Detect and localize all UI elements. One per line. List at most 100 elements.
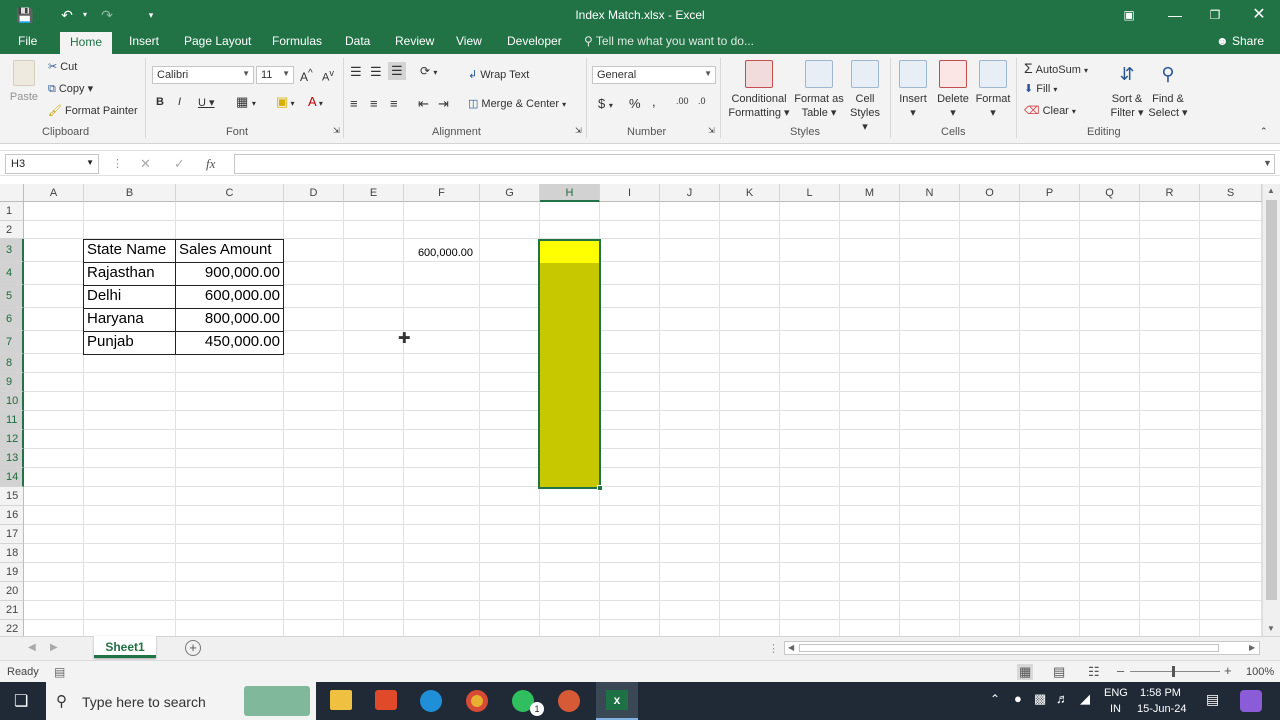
chrome-profile-icon[interactable]: [558, 690, 580, 712]
scroll-up-icon[interactable]: ▲: [1267, 186, 1275, 195]
next-sheet-icon[interactable]: ▶: [50, 642, 58, 653]
row-header-1[interactable]: 1: [0, 202, 24, 221]
column-header-q[interactable]: Q: [1080, 184, 1140, 202]
row-header-15[interactable]: 15: [0, 487, 24, 506]
column-header-j[interactable]: J: [660, 184, 720, 202]
row-header-4[interactable]: 4: [0, 262, 24, 285]
volume-icon[interactable]: ♬: [1056, 691, 1069, 706]
italic-button[interactable]: I: [178, 96, 181, 108]
wrap-text-button[interactable]: ↲ Wrap Text: [468, 68, 529, 81]
zoom-out-icon[interactable]: –: [1117, 663, 1124, 678]
number-format-select[interactable]: General ▼: [592, 66, 716, 84]
tab-page-layout[interactable]: Page Layout: [184, 34, 251, 48]
column-header-k[interactable]: K: [720, 184, 780, 202]
wifi-icon[interactable]: ◢: [1080, 691, 1090, 707]
collapse-ribbon-icon[interactable]: ⌃: [1260, 126, 1268, 137]
table-cell[interactable]: Haryana: [83, 308, 176, 332]
format-as-table-button[interactable]: Format as Table ▾: [792, 60, 846, 120]
column-header-a[interactable]: A: [24, 184, 84, 202]
scroll-down-icon[interactable]: ▼: [1267, 624, 1275, 633]
delete-cells-button[interactable]: Delete ▾: [934, 60, 972, 120]
clock-time[interactable]: 1:58 PM: [1140, 687, 1181, 699]
share-button[interactable]: ☻ Share: [1216, 34, 1264, 48]
chevron-up-icon[interactable]: ⌃: [990, 692, 1000, 706]
row-header-12[interactable]: 12: [0, 430, 24, 449]
increase-decimal-icon[interactable]: .00: [676, 96, 689, 106]
table-cell[interactable]: Delhi: [83, 285, 176, 309]
copy-button[interactable]: ⧉ Copy ▾: [48, 82, 93, 96]
borders-icon[interactable]: ▦ ▾: [236, 94, 256, 110]
table-header-state[interactable]: State Name: [83, 239, 176, 263]
active-cell[interactable]: [540, 241, 599, 263]
cell-f3[interactable]: 600,000.00: [404, 247, 480, 259]
column-header-f[interactable]: F: [404, 184, 480, 202]
row-header-19[interactable]: 19: [0, 563, 24, 582]
row-header-21[interactable]: 21: [0, 601, 24, 620]
percent-icon[interactable]: %: [629, 96, 641, 111]
orientation-icon[interactable]: ⟳ ▾: [420, 64, 437, 78]
align-right-icon[interactable]: ≡: [390, 96, 398, 111]
cancel-icon[interactable]: ✕: [140, 156, 151, 172]
align-bottom-icon[interactable]: ☰: [388, 62, 406, 80]
row-header-17[interactable]: 17: [0, 525, 24, 544]
battery-icon[interactable]: ▩: [1034, 691, 1046, 707]
format-cells-button[interactable]: Format ▾: [974, 60, 1012, 120]
scroll-right-icon[interactable]: ▶: [1249, 643, 1255, 652]
row-header-14[interactable]: 14: [0, 468, 24, 487]
column-header-g[interactable]: G: [480, 184, 540, 202]
fill-handle[interactable]: [597, 485, 603, 491]
zoom-slider[interactable]: [1130, 671, 1220, 672]
row-header-10[interactable]: 10: [0, 392, 24, 411]
expand-formula-icon[interactable]: ▼: [1263, 158, 1272, 168]
format-painter-button[interactable]: 🖌 Format Painter: [48, 104, 138, 117]
column-header-b[interactable]: B: [84, 184, 176, 202]
clear-button[interactable]: ⌫ Clear ▾: [1024, 104, 1076, 117]
anydesk-icon[interactable]: [375, 690, 397, 710]
row-header-18[interactable]: 18: [0, 544, 24, 563]
minimize-icon[interactable]: —: [1164, 5, 1186, 25]
tab-formulas[interactable]: Formulas: [272, 34, 322, 48]
column-header-e[interactable]: E: [344, 184, 404, 202]
microphone-icon[interactable]: ●: [1014, 691, 1022, 706]
column-header-o[interactable]: O: [960, 184, 1020, 202]
prev-sheet-icon[interactable]: ◀: [28, 642, 36, 653]
row-header-8[interactable]: 8: [0, 354, 24, 373]
row-header-16[interactable]: 16: [0, 506, 24, 525]
row-header-13[interactable]: 13: [0, 449, 24, 468]
close-icon[interactable]: ✕: [1248, 5, 1270, 25]
tab-home[interactable]: Home: [60, 32, 113, 54]
zoom-level[interactable]: 100%: [1246, 666, 1274, 678]
macro-record-icon[interactable]: ▤: [54, 665, 65, 679]
chrome-icon[interactable]: [466, 690, 488, 712]
sheet-tab[interactable]: Sheet1: [94, 636, 156, 658]
table-cell[interactable]: 450,000.00: [175, 331, 284, 355]
launcher-icon[interactable]: ⇲: [333, 126, 340, 135]
align-left-icon[interactable]: ≡: [350, 96, 358, 111]
tab-insert[interactable]: Insert: [129, 34, 159, 48]
decrease-indent-icon[interactable]: ⇤: [418, 96, 429, 112]
copilot-icon[interactable]: [1240, 690, 1262, 712]
windows-start-icon[interactable]: ❏: [14, 691, 28, 711]
font-size-select[interactable]: 11 ▼: [256, 66, 294, 84]
enter-icon[interactable]: ✓: [174, 156, 185, 172]
font-name-select[interactable]: Calibri ▼: [152, 66, 254, 84]
normal-view-icon[interactable]: ▦: [1017, 664, 1034, 680]
table-cell[interactable]: 600,000.00: [175, 285, 284, 309]
launcher-icon[interactable]: ⇲: [575, 126, 582, 135]
column-header-r[interactable]: R: [1140, 184, 1200, 202]
comma-icon[interactable]: ,: [652, 94, 656, 109]
table-cell[interactable]: Punjab: [83, 331, 176, 355]
increase-indent-icon[interactable]: ⇥: [438, 96, 449, 112]
row-header-11[interactable]: 11: [0, 411, 24, 430]
align-center-icon[interactable]: ≡: [370, 96, 378, 111]
launcher-icon[interactable]: ⇲: [708, 126, 715, 135]
page-layout-view-icon[interactable]: ▤: [1053, 664, 1065, 680]
tab-developer[interactable]: Developer: [507, 34, 562, 48]
name-box[interactable]: H3 ▼: [5, 154, 99, 174]
ribbon-display-icon[interactable]: ▣: [1118, 5, 1140, 25]
column-header-l[interactable]: L: [780, 184, 840, 202]
table-header-sales[interactable]: Sales Amount: [175, 239, 284, 263]
restore-icon[interactable]: ❐: [1204, 5, 1226, 25]
column-header-i[interactable]: I: [600, 184, 660, 202]
add-sheet-icon[interactable]: +: [185, 640, 201, 656]
